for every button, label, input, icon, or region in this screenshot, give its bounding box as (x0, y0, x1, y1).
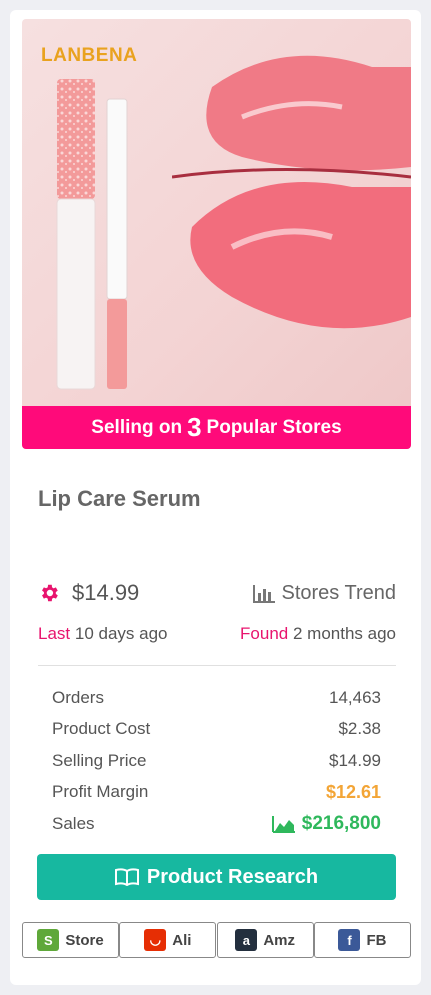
amz-link-button[interactable]: a Amz (216, 922, 314, 958)
product-title[interactable]: Lip Care Serum (38, 486, 201, 512)
stat-value-sales: $216,800 (271, 812, 381, 835)
stat-label: Product Cost (52, 719, 151, 739)
book-icon (114, 868, 139, 886)
fb-link-label: FB (366, 931, 387, 949)
aliexpress-icon: ◡ (144, 929, 167, 951)
research-label: Product Research (146, 865, 319, 888)
store-link-label: Store (65, 931, 104, 949)
last-label: Last (38, 624, 71, 643)
bar-chart-icon (253, 584, 276, 603)
serum-bottle-illustration (56, 79, 128, 390)
banner-prefix: Selling on (91, 416, 183, 438)
stat-label: Sales (52, 813, 95, 833)
stat-value: $14.99 (329, 750, 381, 770)
store-link-button[interactable]: S Store (22, 922, 119, 958)
shopify-icon: S (37, 929, 60, 951)
banner-suffix: Popular Stores (206, 416, 342, 438)
facebook-icon: f (338, 929, 361, 951)
stat-value: 14,463 (329, 687, 381, 707)
stores-trend-link[interactable]: Stores Trend (253, 582, 396, 605)
lips-illustration (172, 55, 411, 329)
found-value: 2 months ago (292, 624, 396, 643)
found-label: Found (240, 624, 289, 643)
stat-label: Profit Margin (52, 782, 149, 802)
stat-orders: Orders 14,463 (52, 682, 381, 714)
stat-value: $12.61 (325, 781, 381, 802)
sales-value: $216,800 (301, 812, 381, 834)
stat-selling-price: Selling Price $14.99 (52, 745, 381, 777)
stores-trend-label: Stores Trend (281, 582, 396, 604)
store-links: S Store ◡ Ali a Amz f FB (22, 922, 411, 958)
stat-label: Selling Price (52, 750, 147, 770)
ali-link-button[interactable]: ◡ Ali (119, 922, 217, 958)
banner-count: 3 (187, 412, 202, 442)
last-value: 10 days ago (74, 624, 168, 643)
price-value: $14.99 (72, 580, 140, 605)
last-seen: Last 10 days ago (38, 624, 168, 644)
fb-link-button[interactable]: f FB (313, 922, 411, 958)
gear-icon[interactable] (38, 582, 60, 604)
stat-label: Orders (52, 687, 104, 707)
stat-profit-margin: Profit Margin $12.61 (52, 777, 381, 809)
ali-link-label: Ali (172, 931, 192, 949)
amazon-icon: a (235, 929, 258, 951)
stat-product-cost: Product Cost $2.38 (52, 714, 381, 746)
stats-table: Orders 14,463 Product Cost $2.38 Selling… (52, 682, 381, 840)
product-research-button[interactable]: Product Research (37, 854, 396, 900)
time-row: Last 10 days ago Found 2 months ago (38, 624, 396, 648)
found-date: Found 2 months ago (240, 624, 396, 644)
product-image[interactable]: LANBENA Selling on 3 Popular Stores (22, 19, 411, 449)
amz-link-label: Amz (263, 931, 295, 949)
price: $14.99 (38, 580, 139, 606)
brand-logo: LANBENA (41, 45, 138, 66)
stat-sales: Sales $216,800 (52, 808, 381, 840)
popular-stores-banner: Selling on 3 Popular Stores (22, 406, 411, 449)
area-chart-icon (271, 815, 295, 833)
product-card: LANBENA Selling on 3 Popular Stores Lip … (10, 10, 421, 985)
stat-value: $2.38 (338, 719, 381, 739)
divider (38, 665, 396, 666)
price-row: $14.99 Stores Trend (38, 580, 396, 610)
